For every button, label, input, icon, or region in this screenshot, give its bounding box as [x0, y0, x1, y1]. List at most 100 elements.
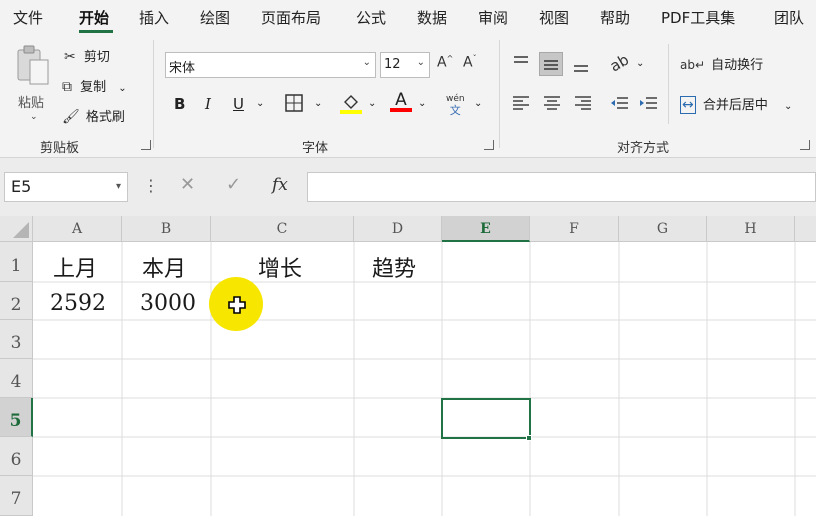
align-center-button[interactable]: [541, 92, 565, 116]
wrap-text-icon: ab↵: [680, 58, 706, 72]
tab-draw[interactable]: 绘图: [200, 7, 230, 28]
formula-input[interactable]: [307, 172, 816, 202]
font-dialog-launcher[interactable]: [484, 140, 494, 150]
formula-buttons: ✕ ✓ fx: [168, 172, 302, 202]
row-header-5[interactable]: 5: [0, 398, 33, 437]
align-center-icon: [544, 96, 560, 110]
row-header-2[interactable]: 2: [0, 282, 33, 320]
decrease-indent-button[interactable]: [608, 92, 632, 116]
fill-color-button[interactable]: [340, 92, 362, 118]
alignment-dialog-launcher[interactable]: [800, 140, 810, 150]
clipboard-dialog-launcher[interactable]: [141, 140, 151, 150]
chevron-down-icon: ⌄: [118, 83, 127, 94]
worksheet-grid: A B C D E F G H 1 2 3 4 5 6 7 上月 本月 增长 趋…: [0, 216, 816, 516]
scissors-icon: ✂: [64, 49, 76, 65]
format-painter-button[interactable]: 🖌 格式刷: [62, 106, 125, 125]
tab-view[interactable]: 视图: [539, 7, 569, 28]
borders-button[interactable]: [285, 94, 303, 116]
borders-icon: [285, 94, 303, 112]
row-header-6[interactable]: 6: [0, 437, 33, 476]
copy-button[interactable]: ⧉ 复制 ⌄: [62, 76, 127, 95]
bold-button[interactable]: B: [174, 95, 185, 113]
chevron-down-icon: ⌄: [314, 98, 323, 109]
font-color-button[interactable]: A: [390, 90, 412, 112]
column-header-d[interactable]: D: [354, 216, 442, 242]
cell-d1[interactable]: 趋势: [354, 242, 442, 282]
copy-icon: ⧉: [62, 79, 72, 95]
merge-center-label: 合并后居中: [702, 98, 768, 113]
ribbon: 粘贴 ⌄ ✂ 剪切 ⧉ 复制 ⌄ 🖌 格式刷 剪贴板 宋体 ⌄ 12 ⌄ A^ …: [0, 34, 816, 158]
align-top-icon: [514, 56, 528, 63]
insert-function-button[interactable]: fx: [272, 175, 288, 195]
tab-team[interactable]: 团队: [774, 7, 804, 28]
selected-cell-e5[interactable]: [441, 398, 531, 439]
phonetic-guide-button[interactable]: wén 文: [446, 94, 465, 116]
formula-bar: E5 ▾ ⋮ ✕ ✓ fx: [0, 158, 816, 216]
paste-button[interactable]: 粘贴 ⌄: [12, 44, 56, 124]
orientation-icon[interactable]: ab: [607, 51, 632, 76]
cancel-icon[interactable]: ✕: [180, 174, 195, 195]
tab-review[interactable]: 审阅: [478, 7, 508, 28]
font-group-label: 字体: [302, 141, 329, 156]
align-bottom-button[interactable]: [570, 52, 594, 76]
align-left-button[interactable]: [510, 92, 534, 116]
tab-page-layout[interactable]: 页面布局: [261, 7, 321, 28]
paste-icon: [17, 45, 49, 85]
column-header-e[interactable]: E: [442, 216, 530, 242]
fill-handle[interactable]: [526, 435, 532, 441]
align-top-button[interactable]: [510, 52, 534, 76]
tab-insert[interactable]: 插入: [139, 7, 169, 28]
select-all-button[interactable]: [0, 216, 33, 242]
font-name-combobox[interactable]: 宋体 ⌄: [165, 52, 376, 78]
font-size-value: 12: [384, 57, 401, 72]
cell-b1[interactable]: 本月: [122, 242, 211, 282]
align-right-icon: [575, 96, 591, 110]
cell-a2[interactable]: 2592: [33, 282, 122, 320]
tab-home[interactable]: 开始: [79, 7, 109, 28]
tab-file[interactable]: 文件: [13, 7, 43, 28]
cell-c1[interactable]: 增长: [211, 242, 354, 282]
increase-font-size-button[interactable]: A^: [437, 54, 453, 71]
row-header-1[interactable]: 1: [0, 242, 33, 282]
name-box-value: E5: [11, 177, 32, 196]
row-header-4[interactable]: 4: [0, 359, 33, 398]
paintbrush-icon: 🖌: [62, 109, 80, 125]
align-left-icon: [513, 96, 529, 110]
italic-button[interactable]: I: [205, 95, 211, 113]
tab-pdf-tools[interactable]: PDF工具集: [661, 7, 735, 28]
wrap-text-button[interactable]: ab↵ 自动换行: [680, 54, 763, 73]
tab-data[interactable]: 数据: [417, 7, 447, 28]
font-size-combobox[interactable]: 12 ⌄: [380, 52, 430, 78]
cut-button[interactable]: ✂ 剪切: [64, 46, 110, 65]
more-options-icon[interactable]: ⋮: [143, 176, 159, 195]
chevron-down-icon: ⌄: [30, 112, 38, 122]
underline-button[interactable]: U: [233, 95, 244, 113]
column-header-g[interactable]: G: [619, 216, 707, 242]
column-header-a[interactable]: A: [33, 216, 122, 242]
column-header-c[interactable]: C: [211, 216, 354, 242]
chevron-down-icon: ⌄: [474, 98, 483, 109]
merge-center-button[interactable]: ↔ 合并后居中 ⌄: [680, 94, 792, 114]
column-header-h[interactable]: H: [707, 216, 795, 242]
chevron-down-icon: ⌄: [256, 98, 265, 109]
column-header-b[interactable]: B: [122, 216, 211, 242]
decrease-font-size-button[interactable]: Aˇ: [463, 54, 477, 71]
name-box[interactable]: E5 ▾: [4, 172, 128, 202]
column-header-partial[interactable]: [795, 216, 816, 242]
cell-a1[interactable]: 上月: [33, 242, 122, 282]
chevron-down-icon: ⌄: [418, 98, 427, 109]
row-header-3[interactable]: 3: [0, 320, 33, 359]
column-header-f[interactable]: F: [530, 216, 619, 242]
row-header-7[interactable]: 7: [0, 476, 33, 516]
align-right-button[interactable]: [572, 92, 596, 116]
paste-label: 粘贴: [18, 96, 45, 111]
cell-select-cursor-icon: [228, 296, 246, 314]
align-middle-button[interactable]: [539, 52, 563, 76]
enter-icon[interactable]: ✓: [226, 174, 241, 195]
cell-b2[interactable]: 3000: [122, 282, 211, 320]
tab-formulas[interactable]: 公式: [356, 7, 386, 28]
tab-help[interactable]: 帮助: [600, 7, 630, 28]
increase-indent-button[interactable]: [637, 92, 661, 116]
chevron-down-icon: ⌄: [368, 98, 377, 109]
font-color-glyph: A: [395, 90, 407, 110]
